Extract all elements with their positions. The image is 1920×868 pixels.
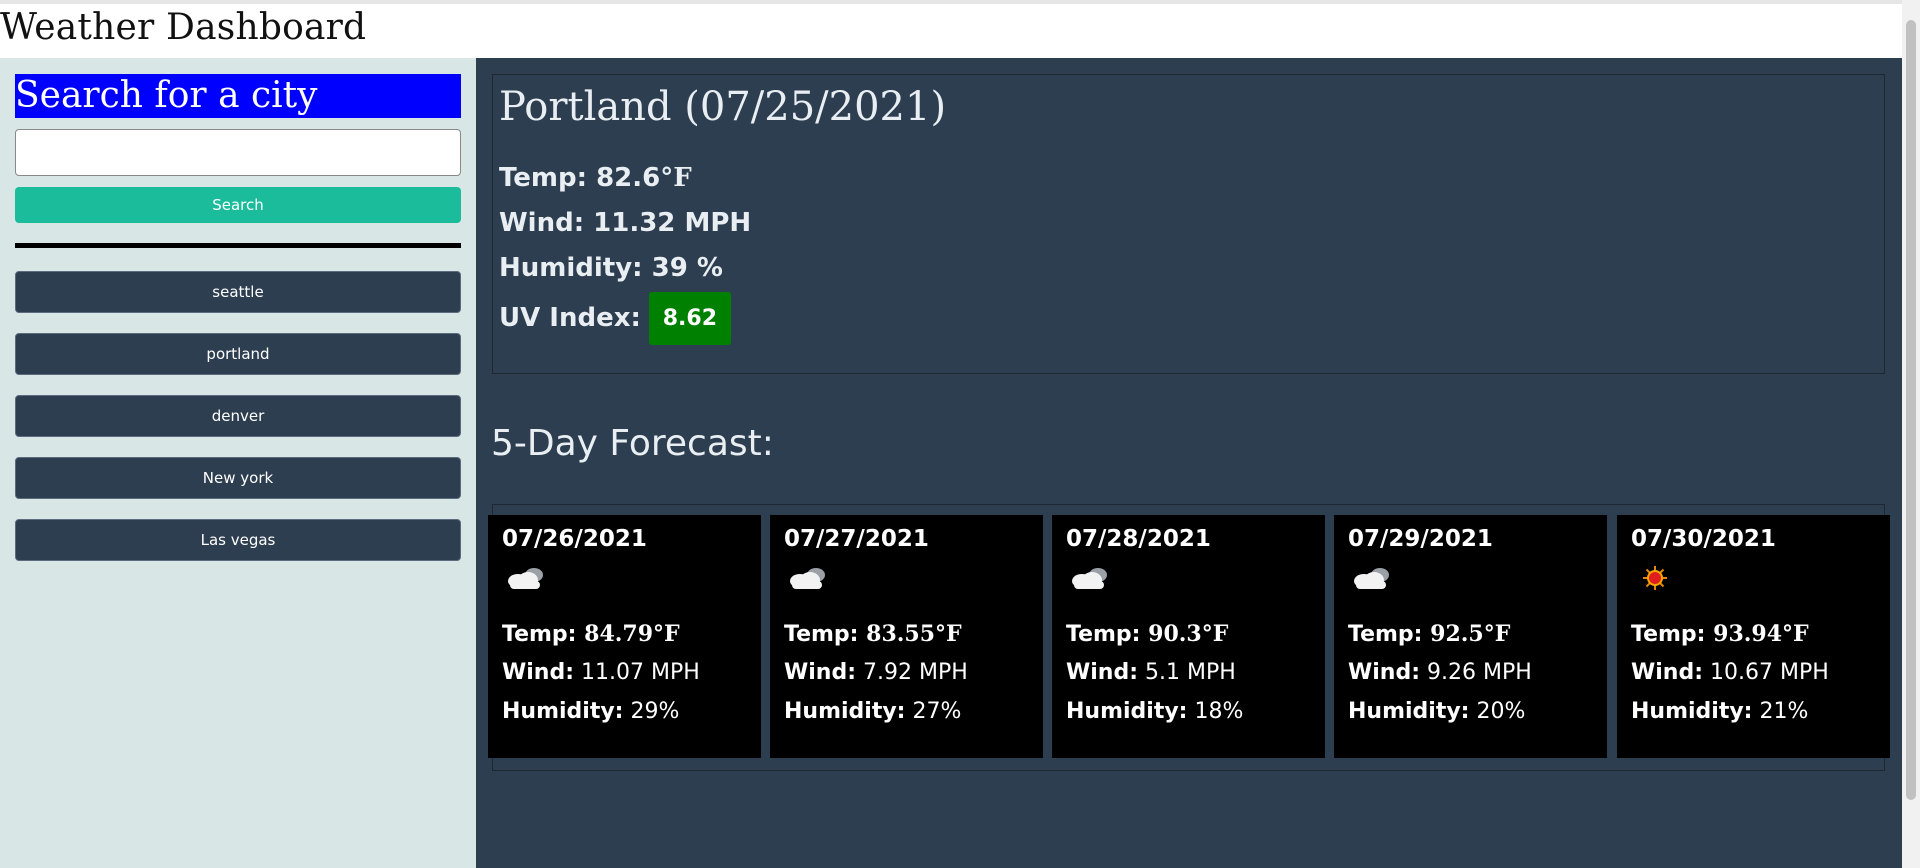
vertical-scrollbar[interactable] bbox=[1902, 0, 1920, 868]
history-button-las-vegas[interactable]: Las vegas bbox=[15, 519, 461, 561]
forecast-humidity: Humidity: 20% bbox=[1348, 699, 1526, 724]
history-button-new-york[interactable]: New york bbox=[15, 457, 461, 499]
city-search-input[interactable] bbox=[15, 129, 461, 176]
forecast-date: 07/29/2021 bbox=[1348, 526, 1493, 552]
forecast-date: 07/30/2021 bbox=[1631, 526, 1776, 552]
current-temp-unit: °F bbox=[660, 163, 692, 193]
search-history-list: seattle portland denver New york Las veg… bbox=[15, 271, 461, 581]
uv-index-badge: 8.62 bbox=[648, 292, 731, 345]
current-temp: Temp: 82.6°F bbox=[499, 161, 692, 195]
forecast-card: 07/27/2021 Temp: 83.55°F Wind: 7.92 MPH … bbox=[770, 515, 1043, 758]
page: Weather Dashboard Search for a city Sear… bbox=[0, 0, 1920, 868]
forecast-card: 07/30/2021 Temp: 93.94°F Wind: 10.67 MPH… bbox=[1617, 515, 1890, 758]
scrollbar-thumb[interactable] bbox=[1906, 20, 1916, 800]
cloud-icon bbox=[786, 563, 830, 593]
forecast-temp: Temp: 90.3°F bbox=[1066, 621, 1229, 647]
forecast-card: 07/29/2021 Temp: 92.5°F Wind: 9.26 MPH H… bbox=[1334, 515, 1607, 758]
current-temp-value: 82.6 bbox=[596, 163, 661, 193]
current-humidity: Humidity: 39 % bbox=[499, 253, 723, 283]
history-button-seattle[interactable]: seattle bbox=[15, 271, 461, 313]
forecast-date: 07/26/2021 bbox=[502, 526, 647, 552]
forecast-temp: Temp: 83.55°F bbox=[784, 621, 962, 647]
current-city-title: Portland (07/25/2021) bbox=[499, 84, 947, 130]
search-heading: Search for a city bbox=[15, 74, 461, 118]
forecast-temp: Temp: 92.5°F bbox=[1348, 621, 1511, 647]
forecast-humidity: Humidity: 18% bbox=[1066, 699, 1244, 724]
sidebar: Search for a city Search seattle portlan… bbox=[0, 58, 476, 868]
forecast-wind: Wind: 5.1 MPH bbox=[1066, 660, 1236, 685]
cloud-icon bbox=[504, 563, 548, 593]
forecast-wind: Wind: 10.67 MPH bbox=[1631, 660, 1829, 685]
cloud-icon bbox=[1350, 563, 1394, 593]
forecast-title: 5-Day Forecast: bbox=[491, 423, 774, 464]
forecast-humidity: Humidity: 27% bbox=[784, 699, 962, 724]
app-title: Weather Dashboard bbox=[0, 7, 367, 48]
current-temp-label: Temp: bbox=[499, 163, 597, 193]
history-button-denver[interactable]: denver bbox=[15, 395, 461, 437]
forecast-date: 07/28/2021 bbox=[1066, 526, 1211, 552]
forecast-card: 07/28/2021 Temp: 90.3°F Wind: 5.1 MPH Hu… bbox=[1052, 515, 1325, 758]
forecast-date: 07/27/2021 bbox=[784, 526, 929, 552]
sun-icon bbox=[1633, 563, 1677, 593]
divider bbox=[15, 243, 461, 248]
history-button-portland[interactable]: portland bbox=[15, 333, 461, 375]
current-wind: Wind: 11.32 MPH bbox=[499, 208, 752, 238]
forecast-card: 07/26/2021 Temp: 84.79°F Wind: 11.07 MPH… bbox=[488, 515, 761, 758]
forecast-humidity: Humidity: 29% bbox=[502, 699, 680, 724]
forecast-humidity: Humidity: 21% bbox=[1631, 699, 1809, 724]
current-weather-card: Portland (07/25/2021) Temp: 82.6°F Wind:… bbox=[492, 74, 1885, 374]
forecast-wind: Wind: 7.92 MPH bbox=[784, 660, 968, 685]
forecast-wind: Wind: 11.07 MPH bbox=[502, 660, 700, 685]
search-button[interactable]: Search bbox=[15, 187, 461, 223]
forecast-temp: Temp: 93.94°F bbox=[1631, 621, 1809, 647]
forecast-wind: Wind: 9.26 MPH bbox=[1348, 660, 1532, 685]
main-content: Portland (07/25/2021) Temp: 82.6°F Wind:… bbox=[476, 58, 1902, 868]
cloud-icon bbox=[1068, 563, 1112, 593]
forecast-temp: Temp: 84.79°F bbox=[502, 621, 680, 647]
current-uv-row: UV Index: 8.62 bbox=[499, 292, 731, 345]
uv-index-label: UV Index: bbox=[499, 303, 641, 333]
